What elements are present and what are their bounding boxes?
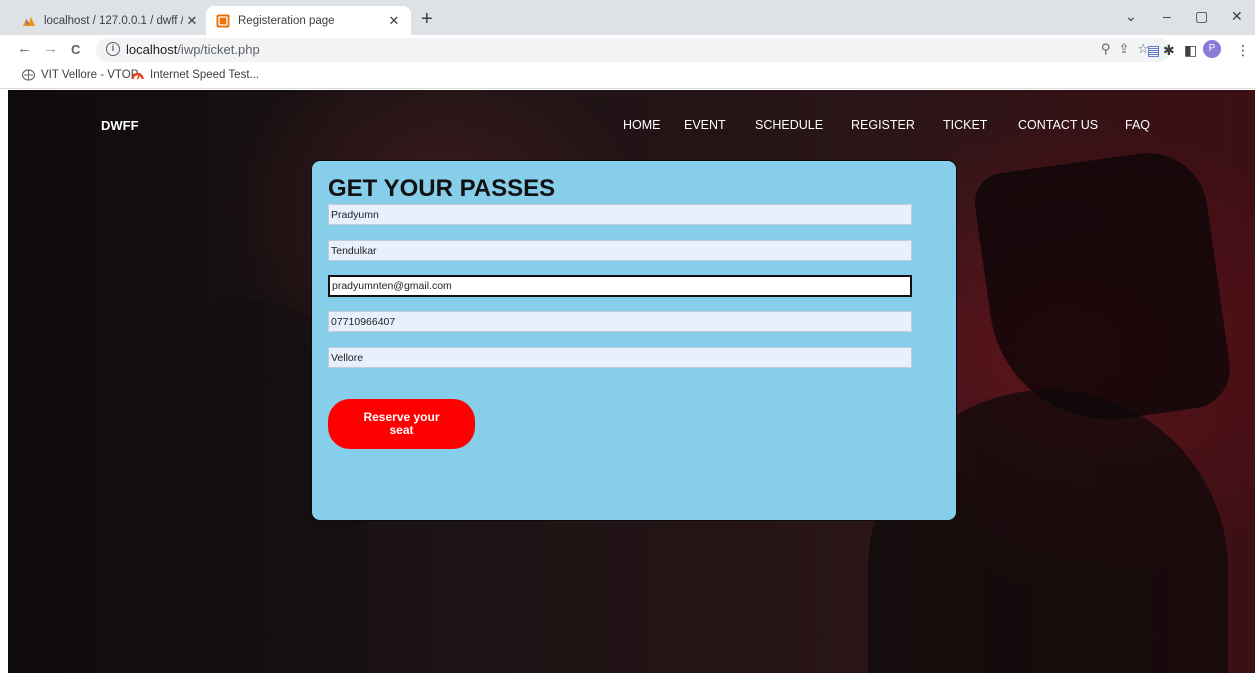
nav-home[interactable]: HOME bbox=[623, 118, 661, 132]
phone-field[interactable] bbox=[328, 311, 912, 332]
close-window-button[interactable]: ✕ bbox=[1231, 8, 1243, 25]
site-logo[interactable]: DWFF bbox=[101, 118, 139, 133]
page-icon bbox=[216, 14, 230, 27]
close-tab-icon[interactable]: ✕ bbox=[385, 13, 403, 29]
url-path: /iwp/ticket.php bbox=[177, 42, 260, 57]
ticket-form-card: GET YOUR PASSES Reserve your seat bbox=[311, 160, 957, 521]
new-tab-button[interactable]: + bbox=[421, 8, 433, 31]
nav-contact-us[interactable]: CONTACT US bbox=[1018, 118, 1098, 132]
form-title: GET YOUR PASSES bbox=[328, 175, 556, 202]
close-tab-icon[interactable]: ✕ bbox=[183, 13, 201, 29]
bookmarks-bar: VIT Vellore - VTOP Internet Speed Test..… bbox=[0, 65, 1255, 89]
nav-faq[interactable]: FAQ bbox=[1125, 118, 1150, 132]
browser-toolbar: ← → C i localhost/iwp/ticket.php ⚲⇪☆ ▤ ✱… bbox=[0, 35, 1255, 65]
url-host: localhost bbox=[126, 42, 178, 57]
vit-icon bbox=[22, 69, 35, 81]
extension-icon[interactable]: ▤ bbox=[1147, 42, 1160, 59]
bookmark-vit[interactable]: VIT Vellore - VTOP bbox=[22, 69, 138, 81]
tab-search-icon[interactable]: ⌄ bbox=[1125, 8, 1137, 25]
bookmark-speedtest[interactable]: Internet Speed Test... bbox=[131, 69, 259, 81]
side-panel-icon[interactable]: ◧ bbox=[1184, 42, 1197, 59]
nav-event[interactable]: EVENT bbox=[684, 118, 726, 132]
nav-register[interactable]: REGISTER bbox=[851, 118, 915, 132]
address-bar[interactable]: i localhost/iwp/ticket.php ⚲⇪☆ bbox=[96, 38, 1171, 62]
bookmark-label: VIT Vellore - VTOP bbox=[41, 69, 139, 81]
tab-registration[interactable]: Registeration page ✕ bbox=[206, 6, 411, 35]
last-name-field[interactable] bbox=[328, 240, 912, 261]
phpmyadmin-icon bbox=[23, 16, 35, 26]
nav-schedule[interactable]: SCHEDULE bbox=[755, 118, 823, 132]
reserve-seat-button[interactable]: Reserve your seat bbox=[328, 399, 475, 449]
speedometer-icon bbox=[131, 72, 144, 80]
forward-button[interactable]: → bbox=[43, 40, 58, 57]
tab-phpmyadmin[interactable]: localhost / 127.0.0.1 / dwff / ticke ✕ bbox=[14, 6, 209, 35]
share-icon[interactable]: ⇪ bbox=[1118, 41, 1137, 56]
reload-button[interactable]: C bbox=[71, 42, 80, 57]
bookmark-label: Internet Speed Test... bbox=[150, 69, 260, 81]
menu-kebab-icon[interactable]: ⋮ bbox=[1236, 42, 1250, 59]
back-button[interactable]: ← bbox=[17, 40, 32, 57]
minimize-button[interactable]: – bbox=[1163, 8, 1171, 24]
profile-avatar[interactable]: P bbox=[1203, 40, 1221, 58]
site-info-icon[interactable]: i bbox=[106, 42, 120, 56]
page-viewport: DWFF HOME EVENT SCHEDULE REGISTER TICKET… bbox=[8, 90, 1255, 673]
background-camera-shape bbox=[971, 145, 1235, 435]
email-field[interactable] bbox=[328, 275, 912, 297]
tab-title: Registeration page bbox=[238, 14, 335, 27]
browser-tab-bar: localhost / 127.0.0.1 / dwff / ticke ✕ R… bbox=[0, 0, 1255, 35]
maximize-button[interactable]: ▢ bbox=[1195, 8, 1208, 25]
zoom-icon[interactable]: ⚲ bbox=[1101, 41, 1119, 56]
first-name-field[interactable] bbox=[328, 204, 912, 225]
extensions-puzzle-icon[interactable]: ✱ bbox=[1163, 42, 1175, 59]
address-url[interactable]: localhost/iwp/ticket.php bbox=[126, 42, 260, 57]
nav-ticket[interactable]: TICKET bbox=[943, 118, 987, 132]
city-field[interactable] bbox=[328, 347, 912, 368]
tab-title: localhost / 127.0.0.1 / dwff / ticke bbox=[44, 14, 183, 27]
